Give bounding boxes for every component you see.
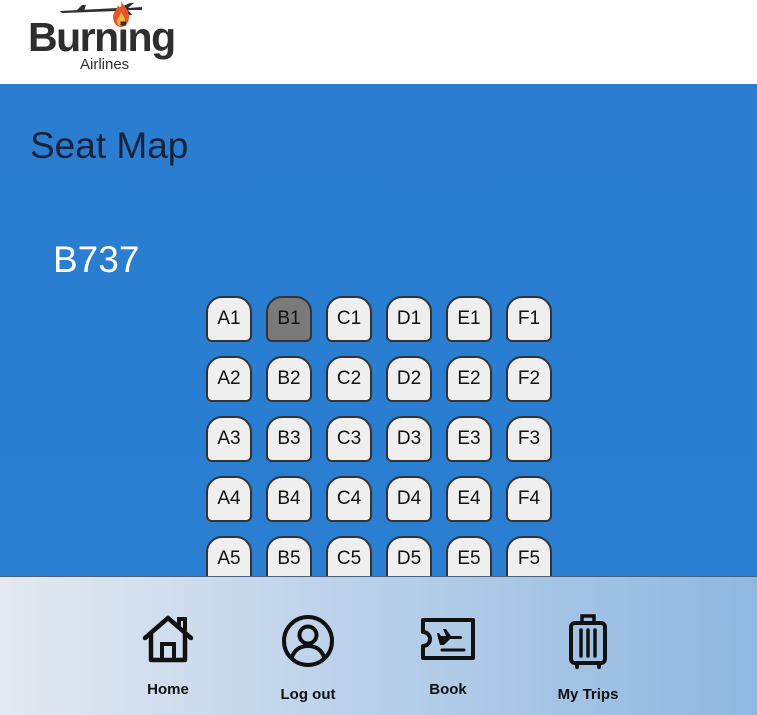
seat-a1[interactable]: A1 [206, 296, 252, 342]
nav-logout[interactable]: Log out [248, 613, 368, 703]
nav-logout-label: Log out [280, 686, 336, 703]
seat-b5[interactable]: B5 [266, 536, 312, 576]
seat-map-panel[interactable]: Seat Map B737 A1 B1 C1 D1 E1 F1 A2 B2 C2 D2 E2 F2 A3… [0, 84, 757, 576]
nav-home[interactable]: Home [108, 613, 228, 699]
nav-my-trips[interactable]: My Trips [528, 613, 648, 703]
seat-d2[interactable]: D2 [386, 356, 432, 402]
luggage-icon [560, 613, 616, 669]
nav-book[interactable]: Book [388, 613, 508, 699]
seat-e3[interactable]: E3 [446, 416, 492, 462]
seat-c4[interactable]: C4 [326, 476, 372, 522]
user-icon [280, 613, 336, 669]
seat-b4[interactable]: B4 [266, 476, 312, 522]
nav-my-trips-label: My Trips [557, 686, 619, 703]
seat-d3[interactable]: D3 [386, 416, 432, 462]
page-title: Seat Map [30, 125, 189, 166]
seat-b2[interactable]: B2 [266, 356, 312, 402]
brand-subtitle: Airlines [80, 56, 130, 73]
seat-f4[interactable]: F4 [506, 476, 552, 522]
seat-a4[interactable]: A4 [206, 476, 252, 522]
seat-b3[interactable]: B3 [266, 416, 312, 462]
seat-a3[interactable]: A3 [206, 416, 252, 462]
header: Burning Airlines [0, 0, 757, 84]
seat-c3[interactable]: C3 [326, 416, 372, 462]
seat-f1[interactable]: F1 [506, 296, 552, 342]
seat-c2[interactable]: C2 [326, 356, 372, 402]
brand-name: Burning [28, 14, 176, 60]
nav-home-label: Home [147, 681, 189, 698]
seat-d1[interactable]: D1 [386, 296, 432, 342]
seat-f2[interactable]: F2 [506, 356, 552, 402]
bottom-nav: Home Log out Book My Trips [0, 576, 757, 715]
seat-c5[interactable]: C5 [326, 536, 372, 576]
seat-e4[interactable]: E4 [446, 476, 492, 522]
aircraft-type: B737 [53, 239, 140, 280]
seat-f3[interactable]: F3 [506, 416, 552, 462]
seat-e1[interactable]: E1 [446, 296, 492, 342]
seat-e2[interactable]: E2 [446, 356, 492, 402]
seat-a5[interactable]: A5 [206, 536, 252, 576]
ticket-icon [420, 613, 476, 664]
home-icon [140, 613, 196, 664]
seat-a2[interactable]: A2 [206, 356, 252, 402]
app-window: Burning Airlines Seat Map B737 A1 B1 C1 D1 E… [0, 0, 757, 715]
seat-f5[interactable]: F5 [506, 536, 552, 576]
seat-b1[interactable]: B1 [266, 296, 312, 342]
seat-e5[interactable]: E5 [446, 536, 492, 576]
seat-c1[interactable]: C1 [326, 296, 372, 342]
nav-book-label: Book [429, 681, 467, 698]
seat-d4[interactable]: D4 [386, 476, 432, 522]
seat-d5[interactable]: D5 [386, 536, 432, 576]
brand-logo[interactable]: Burning Airlines [28, 0, 178, 80]
